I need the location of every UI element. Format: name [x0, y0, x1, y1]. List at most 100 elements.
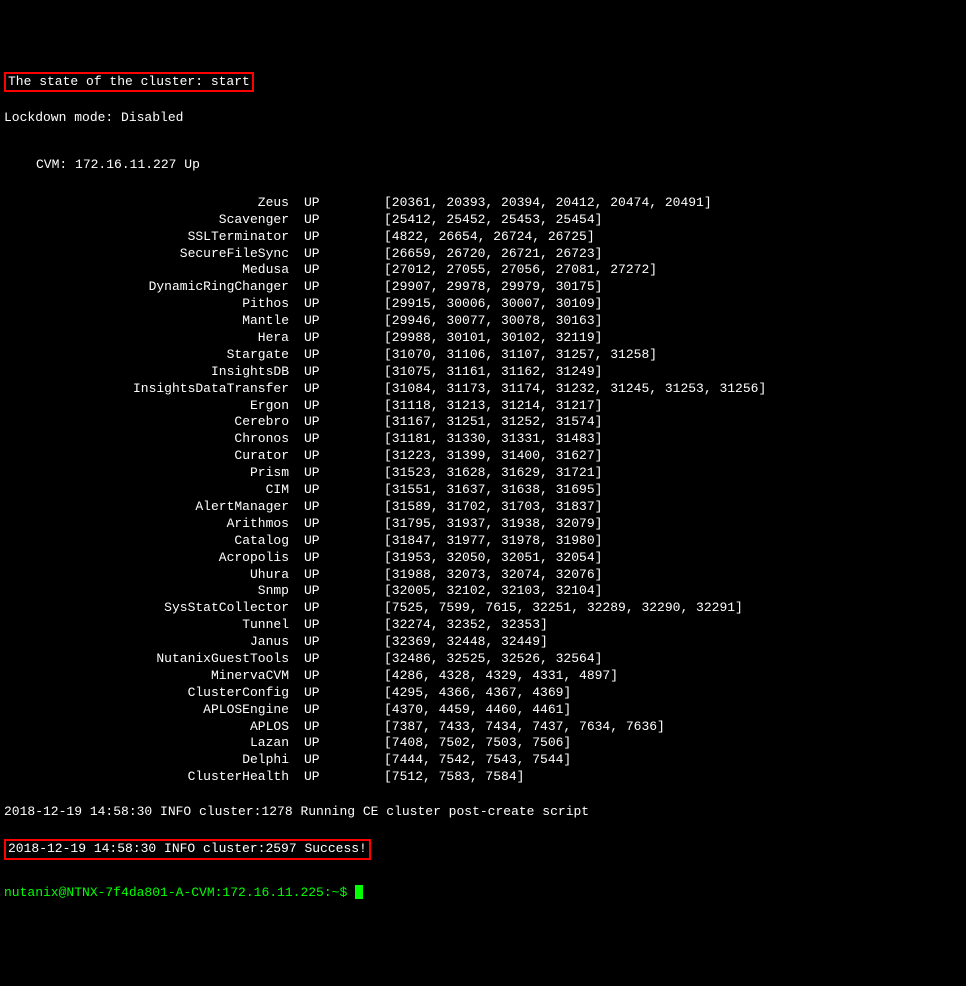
service-name: Cerebro	[4, 414, 304, 431]
service-name: DynamicRingChanger	[4, 279, 304, 296]
service-row: JanusUP[32369, 32448, 32449]	[4, 634, 962, 651]
service-name: Scavenger	[4, 212, 304, 229]
service-status: UP	[304, 668, 384, 685]
service-row: ClusterHealthUP[7512, 7583, 7584]	[4, 769, 962, 786]
service-pids: [29907, 29978, 29979, 30175]	[384, 279, 962, 296]
service-status: UP	[304, 398, 384, 415]
service-status: UP	[304, 719, 384, 736]
service-status: UP	[304, 651, 384, 668]
service-row: DynamicRingChangerUP[29907, 29978, 29979…	[4, 279, 962, 296]
service-row: CatalogUP[31847, 31977, 31978, 31980]	[4, 533, 962, 550]
service-row: ChronosUP[31181, 31330, 31331, 31483]	[4, 431, 962, 448]
lockdown-line: Lockdown mode: Disabled	[4, 110, 962, 127]
service-status: UP	[304, 296, 384, 313]
service-name: ClusterHealth	[4, 769, 304, 786]
service-name: Ergon	[4, 398, 304, 415]
service-name: Uhura	[4, 567, 304, 584]
service-row: SnmpUP[32005, 32102, 32103, 32104]	[4, 583, 962, 600]
service-status: UP	[304, 465, 384, 482]
service-row: TunnelUP[32274, 32352, 32353]	[4, 617, 962, 634]
shell-prompt[interactable]: nutanix@NTNX-7f4da801-A-CVM:172.16.11.22…	[4, 885, 962, 902]
service-name: Snmp	[4, 583, 304, 600]
service-status: UP	[304, 702, 384, 719]
service-pids: [31795, 31937, 31938, 32079]	[384, 516, 962, 533]
service-name: SecureFileSync	[4, 246, 304, 263]
service-pids: [7525, 7599, 7615, 32251, 32289, 32290, …	[384, 600, 962, 617]
service-status: UP	[304, 516, 384, 533]
services-list: ZeusUP[20361, 20393, 20394, 20412, 20474…	[4, 195, 962, 786]
service-name: Pithos	[4, 296, 304, 313]
service-row: CerebroUP[31167, 31251, 31252, 31574]	[4, 414, 962, 431]
service-status: UP	[304, 600, 384, 617]
service-pids: [31070, 31106, 31107, 31257, 31258]	[384, 347, 962, 364]
service-name: APLOS	[4, 719, 304, 736]
service-name: Stargate	[4, 347, 304, 364]
service-status: UP	[304, 499, 384, 516]
service-row: APLOSEngineUP[4370, 4459, 4460, 4461]	[4, 702, 962, 719]
service-pids: [31551, 31637, 31638, 31695]	[384, 482, 962, 499]
service-pids: [4370, 4459, 4460, 4461]	[384, 702, 962, 719]
service-status: UP	[304, 567, 384, 584]
service-pids: [29915, 30006, 30007, 30109]	[384, 296, 962, 313]
service-status: UP	[304, 769, 384, 786]
service-row: AcropolisUP[31953, 32050, 32051, 32054]	[4, 550, 962, 567]
service-status: UP	[304, 448, 384, 465]
cursor-icon	[355, 885, 363, 899]
service-name: ClusterConfig	[4, 685, 304, 702]
service-row: InsightsDBUP[31075, 31161, 31162, 31249]	[4, 364, 962, 381]
service-pids: [31953, 32050, 32051, 32054]	[384, 550, 962, 567]
service-row: AlertManagerUP[31589, 31702, 31703, 3183…	[4, 499, 962, 516]
service-row: APLOSUP[7387, 7433, 7434, 7437, 7634, 76…	[4, 719, 962, 736]
service-name: Hera	[4, 330, 304, 347]
service-pids: [31084, 31173, 31174, 31232, 31245, 3125…	[384, 381, 962, 398]
service-status: UP	[304, 330, 384, 347]
service-name: SSLTerminator	[4, 229, 304, 246]
service-name: Acropolis	[4, 550, 304, 567]
service-pids: [7512, 7583, 7584]	[384, 769, 962, 786]
service-pids: [31988, 32073, 32074, 32076]	[384, 567, 962, 584]
service-status: UP	[304, 550, 384, 567]
log-line-1: 2018-12-19 14:58:30 INFO cluster:1278 Ru…	[4, 804, 962, 821]
service-status: UP	[304, 752, 384, 769]
service-pids: [31223, 31399, 31400, 31627]	[384, 448, 962, 465]
service-row: UhuraUP[31988, 32073, 32074, 32076]	[4, 567, 962, 584]
service-pids: [4822, 26654, 26724, 26725]	[384, 229, 962, 246]
service-status: UP	[304, 195, 384, 212]
service-pids: [27012, 27055, 27056, 27081, 27272]	[384, 262, 962, 279]
service-name: CIM	[4, 482, 304, 499]
service-pids: [32005, 32102, 32103, 32104]	[384, 583, 962, 600]
service-pids: [32274, 32352, 32353]	[384, 617, 962, 634]
service-name: SysStatCollector	[4, 600, 304, 617]
service-name: Medusa	[4, 262, 304, 279]
service-pids: [20361, 20393, 20394, 20412, 20474, 2049…	[384, 195, 962, 212]
service-status: UP	[304, 482, 384, 499]
service-pids: [31847, 31977, 31978, 31980]	[384, 533, 962, 550]
service-name: InsightsDataTransfer	[4, 381, 304, 398]
service-row: MedusaUP[27012, 27055, 27056, 27081, 272…	[4, 262, 962, 279]
service-pids: [7444, 7542, 7543, 7544]	[384, 752, 962, 769]
service-row: SecureFileSyncUP[26659, 26720, 26721, 26…	[4, 246, 962, 263]
service-name: Curator	[4, 448, 304, 465]
service-status: UP	[304, 431, 384, 448]
service-status: UP	[304, 347, 384, 364]
service-pids: [4286, 4328, 4329, 4331, 4897]	[384, 668, 962, 685]
service-pids: [31167, 31251, 31252, 31574]	[384, 414, 962, 431]
service-status: UP	[304, 381, 384, 398]
service-status: UP	[304, 246, 384, 263]
service-status: UP	[304, 634, 384, 651]
service-pids: [31075, 31161, 31162, 31249]	[384, 364, 962, 381]
service-status: UP	[304, 262, 384, 279]
service-name: MinervaCVM	[4, 668, 304, 685]
service-name: Lazan	[4, 735, 304, 752]
service-pids: [31589, 31702, 31703, 31837]	[384, 499, 962, 516]
service-row: LazanUP[7408, 7502, 7503, 7506]	[4, 735, 962, 752]
service-row: ZeusUP[20361, 20393, 20394, 20412, 20474…	[4, 195, 962, 212]
service-name: Tunnel	[4, 617, 304, 634]
service-name: Delphi	[4, 752, 304, 769]
service-pids: [7408, 7502, 7503, 7506]	[384, 735, 962, 752]
service-status: UP	[304, 735, 384, 752]
service-name: Janus	[4, 634, 304, 651]
service-pids: [29988, 30101, 30102, 32119]	[384, 330, 962, 347]
service-row: PrismUP[31523, 31628, 31629, 31721]	[4, 465, 962, 482]
service-name: Catalog	[4, 533, 304, 550]
